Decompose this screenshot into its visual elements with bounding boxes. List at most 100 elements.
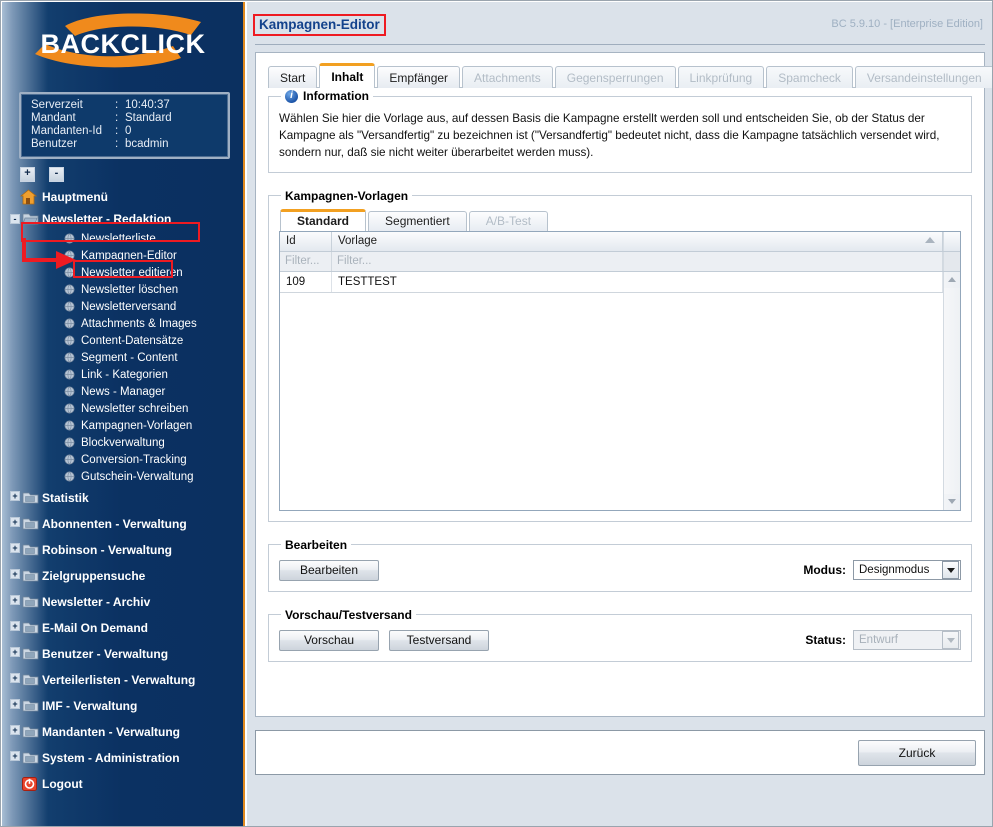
- server-info-key: Serverzeit: [31, 99, 83, 111]
- bullet-globe-icon: [64, 437, 75, 448]
- expand-icon[interactable]: +: [10, 751, 20, 761]
- status-select-value: Entwurf: [859, 634, 898, 647]
- sidebar-group-benutzer-verwaltung[interactable]: + Benutzer - Verwaltung: [2, 641, 243, 667]
- expand-icon[interactable]: +: [10, 673, 20, 683]
- tabs: Start Inhalt Empfänger Attachments Gegensper…: [268, 63, 992, 88]
- testversand-button[interactable]: Testversand: [389, 629, 489, 651]
- sidebar-subitem-newsletter-l-schen[interactable]: Newsletter löschen: [2, 281, 243, 298]
- collapse-all-button[interactable]: -: [49, 167, 64, 182]
- chevron-down-icon[interactable]: [942, 561, 959, 580]
- expand-icon[interactable]: +: [10, 517, 20, 527]
- expand-icon[interactable]: +: [10, 491, 20, 501]
- bullet-globe-icon: [64, 386, 75, 397]
- sidebar-subitem-conversion-tracking[interactable]: Conversion-Tracking: [2, 451, 243, 468]
- grid-header-row: Id Vorlage: [280, 231, 960, 252]
- sidebar-group-statistik[interactable]: + Statistik: [2, 485, 243, 511]
- application-window: BACKCLICK Serverzeit:10:40:37 Mandant: Sta…: [0, 0, 993, 827]
- sidebar-group-zielgruppensuche[interactable]: + Zielgruppensuche: [2, 563, 243, 589]
- tab-label: Spamcheck: [778, 70, 841, 85]
- bearbeiten-button[interactable]: Bearbeiten: [279, 559, 379, 581]
- sidebar-subitem-newsletterversand[interactable]: Newsletterversand: [2, 298, 243, 315]
- sidebar-group-imf-verwaltung[interactable]: + IMF - Verwaltung: [2, 693, 243, 719]
- sidebar-item-hauptmenu[interactable]: Hauptmenü: [2, 186, 243, 208]
- edit-legend: Bearbeiten: [285, 537, 348, 552]
- scrollbar-track[interactable]: [944, 287, 960, 494]
- tab-inhalt[interactable]: Inhalt: [319, 63, 376, 88]
- expand-icon[interactable]: +: [10, 595, 20, 605]
- sidebar-subitem-label: Newsletter schreiben: [81, 402, 189, 415]
- expand-icon[interactable]: +: [10, 699, 20, 709]
- vorschau-button[interactable]: Vorschau: [279, 629, 379, 651]
- folder-icon: [22, 492, 39, 504]
- folder-icon: [22, 518, 39, 530]
- mode-select[interactable]: Designmodus: [853, 560, 961, 581]
- sidebar-group-verteilerlisten-verwaltung[interactable]: + Verteilerlisten - Verwaltung: [2, 667, 243, 693]
- home-icon: [20, 189, 37, 205]
- expand-icon[interactable]: +: [10, 621, 20, 631]
- scroll-up-button[interactable]: [944, 272, 960, 288]
- sidebar-group-newsletter-redaktion[interactable]: - Newsletter - Redaktion: [2, 208, 243, 230]
- expand-all-button[interactable]: +: [20, 167, 35, 182]
- folder-icon: [22, 570, 39, 582]
- expand-icon[interactable]: +: [10, 647, 20, 657]
- filter-input-vorlage[interactable]: Filter...: [332, 251, 943, 271]
- bullet-globe-icon: [64, 352, 75, 363]
- sidebar-groups: + Statistik + Abonnenten - Verwaltung + Robin…: [2, 485, 243, 771]
- folder-icon: [22, 622, 39, 634]
- server-info-separator: :: [115, 138, 119, 150]
- sidebar-subitem-newsletterliste[interactable]: Newsletterliste: [2, 230, 243, 247]
- collapse-icon[interactable]: -: [10, 214, 20, 224]
- templates-tab-segmentiert[interactable]: Segmentiert: [368, 210, 467, 231]
- sidebar-subitem-news-manager[interactable]: News - Manager: [2, 383, 243, 400]
- tab-empf-nger[interactable]: Empfänger: [377, 66, 461, 88]
- sidebar-subitem-blockverwaltung[interactable]: Blockverwaltung: [2, 434, 243, 451]
- folder-icon: [22, 596, 39, 608]
- grid-header-vorlage[interactable]: Vorlage: [332, 231, 943, 251]
- sidebar-group-system-administration[interactable]: + System - Administration: [2, 745, 243, 771]
- sidebar-item-logout[interactable]: Logout: [2, 773, 243, 795]
- sidebar-group-abonnenten-verwaltung[interactable]: + Abonnenten - Verwaltung: [2, 511, 243, 537]
- sidebar-subitem-label: Newsletter löschen: [81, 283, 179, 296]
- templates-legend: Kampagnen-Vorlagen: [285, 188, 409, 203]
- templates-panel: Kampagnen-Vorlagen Standard Segmentiert A/…: [268, 188, 972, 522]
- grid-filter-row: Filter... Filter...: [280, 251, 960, 272]
- templates-tab-standard[interactable]: Standard: [280, 208, 367, 231]
- grid-vertical-scrollbar[interactable]: [943, 271, 960, 510]
- sidebar-subitem-content-datens-tze[interactable]: Content-Datensätze: [2, 332, 243, 349]
- bullet-globe-icon: [64, 403, 75, 414]
- sidebar-group-mandanten-verwaltung[interactable]: + Mandanten - Verwaltung: [2, 719, 243, 745]
- templates-tab-bar: Standard Segmentiert A/B-Test: [280, 208, 961, 231]
- scroll-down-button[interactable]: [944, 494, 960, 510]
- bullet-globe-icon: [64, 454, 75, 465]
- sidebar-subitem-gutschein-verwaltung[interactable]: Gutschein-Verwaltung: [2, 468, 243, 485]
- table-row[interactable]: 109 TESTTEST: [280, 271, 943, 293]
- sidebar-group-newsletter-archiv[interactable]: + Newsletter - Archiv: [2, 589, 243, 615]
- sidebar-subitem-newsletter-schreiben[interactable]: Newsletter schreiben: [2, 400, 243, 417]
- sidebar-group-robinson-verwaltung[interactable]: + Robinson - Verwaltung: [2, 537, 243, 563]
- back-button[interactable]: Zurück: [858, 739, 976, 766]
- server-info-value: 0: [125, 125, 132, 137]
- folder-icon: [22, 752, 39, 764]
- tab-start[interactable]: Start: [268, 66, 318, 88]
- templates-tab-label: Segmentiert: [385, 214, 450, 229]
- expand-icon[interactable]: +: [10, 725, 20, 735]
- expand-icon[interactable]: +: [10, 543, 20, 553]
- sidebar-subitem-link-kategorien[interactable]: Link - Kategorien: [2, 366, 243, 383]
- server-info-separator: :: [115, 99, 119, 111]
- sidebar-subitem-newsletter-editieren[interactable]: Newsletter editieren: [2, 264, 243, 281]
- sidebar-subitem-kampagnen-editor[interactable]: Kampagnen-Editor: [2, 247, 243, 264]
- templates-tab-label: A/B-Test: [485, 214, 532, 229]
- sidebar-subitem-attachments-images[interactable]: Attachments & Images: [2, 315, 243, 332]
- svg-text:BACKCLICK: BACKCLICK: [40, 29, 205, 59]
- sidebar-subitem-kampagnen-vorlagen[interactable]: Kampagnen-Vorlagen: [2, 417, 243, 434]
- filter-input-id[interactable]: Filter...: [280, 251, 332, 271]
- tab-label: Versandeinstellungen: [866, 70, 982, 85]
- sidebar-subitem-label: Segment - Content: [81, 351, 178, 364]
- expand-icon[interactable]: +: [10, 569, 20, 579]
- sidebar-group-e-mail-on-demand[interactable]: + E-Mail On Demand: [2, 615, 243, 641]
- version-label: BC 5.9.10 - [Enterprise Edition]: [831, 18, 983, 30]
- sidebar-subitem-segment-content[interactable]: Segment - Content: [2, 349, 243, 366]
- tab-attachments: Attachments: [462, 66, 553, 88]
- grid-header-id[interactable]: Id: [280, 231, 332, 251]
- server-info-value: Standard: [125, 112, 172, 124]
